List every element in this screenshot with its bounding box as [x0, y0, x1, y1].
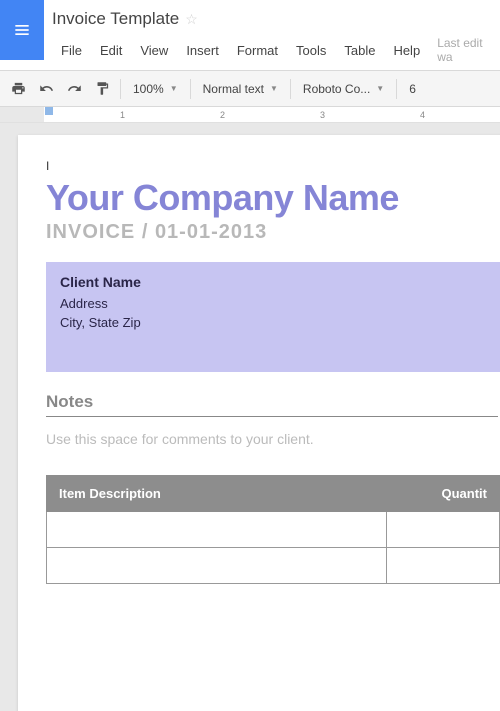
menu-table[interactable]: Table: [335, 41, 384, 60]
invoice-date: 01-01-2013: [155, 221, 267, 243]
font-size-dropdown[interactable]: 6: [401, 76, 424, 102]
zoom-dropdown[interactable]: 100% ▼: [125, 76, 186, 102]
notes-divider: [46, 416, 498, 417]
document-canvas[interactable]: I Your Company Name INVOICE / 01-01-2013…: [0, 123, 500, 711]
client-info-box[interactable]: Client Name Address City, State Zip: [46, 262, 500, 372]
toolbar-separator: [396, 79, 397, 99]
font-dropdown[interactable]: Roboto Co... ▼: [295, 76, 392, 102]
ruler-tick: 3: [320, 110, 325, 120]
client-city-zip: City, State Zip: [60, 315, 486, 330]
chevron-down-icon: ▼: [376, 84, 384, 93]
document-title[interactable]: Invoice Template: [52, 9, 179, 29]
document-page[interactable]: I Your Company Name INVOICE / 01-01-2013…: [18, 135, 500, 711]
chevron-down-icon: ▼: [270, 84, 278, 93]
chevron-down-icon: ▼: [170, 84, 178, 93]
toolbar-separator: [120, 79, 121, 99]
items-table[interactable]: Item Description Quantit: [46, 475, 500, 584]
paragraph-style-dropdown[interactable]: Normal text ▼: [195, 76, 286, 102]
table-row[interactable]: [47, 512, 500, 548]
invoice-label: INVOICE: [46, 221, 135, 243]
menu-file[interactable]: File: [52, 41, 91, 60]
ruler-indent-marker[interactable]: [45, 107, 53, 115]
ruler-margin: [0, 107, 44, 122]
table-header-quantity: Quantit: [387, 476, 500, 512]
font-value: Roboto Co...: [303, 82, 370, 96]
menu-tools[interactable]: Tools: [287, 41, 335, 60]
ruler-tick: 2: [220, 110, 225, 120]
menubar: File Edit View Insert Format Tools Table…: [52, 32, 500, 70]
font-size-value: 6: [409, 82, 416, 96]
notes-placeholder-text[interactable]: Use this space for comments to your clie…: [46, 431, 500, 447]
invoice-slash: /: [142, 221, 149, 243]
style-value: Normal text: [203, 82, 264, 96]
last-edit-text[interactable]: Last edit wa: [437, 36, 500, 64]
toolbar-separator: [190, 79, 191, 99]
client-address: Address: [60, 296, 486, 311]
ruler-tick: 1: [120, 110, 125, 120]
table-header-description: Item Description: [47, 476, 387, 512]
menu-format[interactable]: Format: [228, 41, 287, 60]
star-icon[interactable]: ☆: [185, 11, 198, 28]
notes-heading[interactable]: Notes: [46, 392, 500, 412]
text-cursor: I: [46, 159, 500, 173]
invoice-date-line[interactable]: INVOICE / 01-01-2013: [46, 221, 500, 244]
docs-app-icon[interactable]: [0, 0, 44, 60]
menu-edit[interactable]: Edit: [91, 41, 131, 60]
company-name-heading[interactable]: Your Company Name: [46, 177, 500, 219]
toolbar-separator: [290, 79, 291, 99]
undo-icon[interactable]: [32, 76, 60, 102]
toolbar: 100% ▼ Normal text ▼ Roboto Co... ▼ 6: [0, 71, 500, 107]
ruler[interactable]: 1 2 3 4: [0, 107, 500, 123]
redo-icon[interactable]: [60, 76, 88, 102]
print-icon[interactable]: [4, 76, 32, 102]
menu-view[interactable]: View: [131, 41, 177, 60]
menu-help[interactable]: Help: [384, 41, 429, 60]
paint-format-icon[interactable]: [88, 76, 116, 102]
ruler-tick: 4: [420, 110, 425, 120]
table-row[interactable]: [47, 548, 500, 584]
menu-insert[interactable]: Insert: [177, 41, 228, 60]
zoom-value: 100%: [133, 82, 164, 96]
client-name: Client Name: [60, 274, 486, 290]
